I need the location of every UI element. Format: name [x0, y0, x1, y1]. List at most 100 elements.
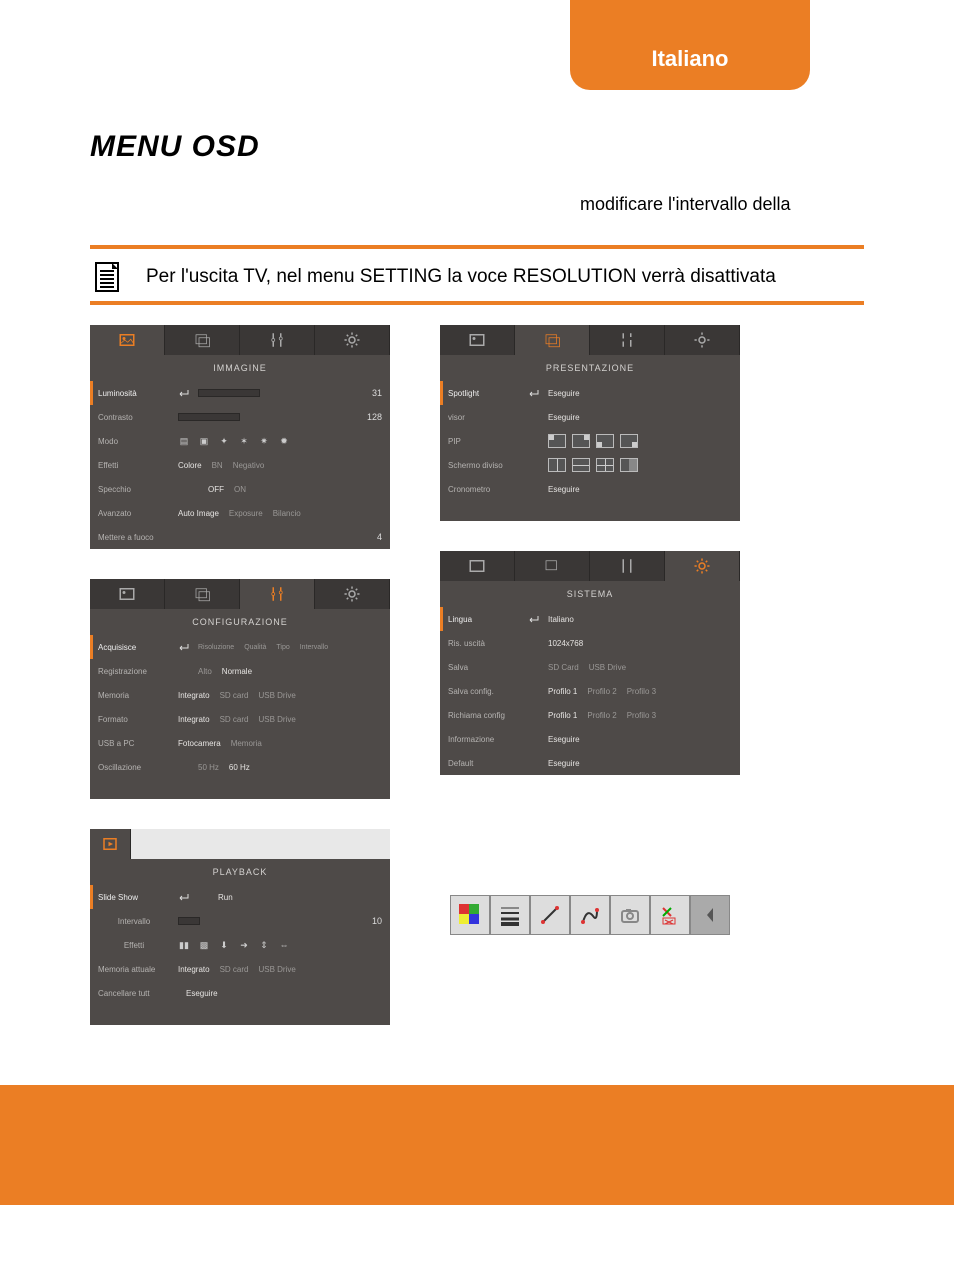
tool-collapse[interactable]	[690, 895, 730, 935]
row-split[interactable]: Schermo diviso	[440, 453, 740, 477]
opt[interactable]: Profilo 1	[548, 711, 577, 720]
fx-slide-down-icon[interactable]: ⬇	[218, 939, 230, 951]
row-timer[interactable]: Cronometro Eseguire	[440, 477, 740, 501]
row-mode[interactable]: Modo ▤ ▣ ✦ ✶ ✷ ✹	[90, 429, 390, 453]
opt[interactable]: 1024x768	[548, 639, 583, 648]
opt[interactable]: ON	[234, 485, 246, 494]
tab-settings[interactable]	[590, 325, 665, 355]
opt[interactable]: BN	[212, 461, 223, 470]
mode-infinity-icon[interactable]: ✹	[278, 435, 290, 447]
opt[interactable]: Auto Image	[178, 509, 219, 518]
opt[interactable]: Intervallo	[300, 644, 328, 651]
opt[interactable]: USB Drive	[258, 691, 295, 700]
tool-free-draw[interactable]	[570, 895, 610, 935]
opt[interactable]: Memoria	[231, 739, 262, 748]
row-visor[interactable]: visor Eseguire	[440, 405, 740, 429]
tab-presentation[interactable]	[165, 579, 240, 609]
tool-capture[interactable]	[610, 895, 650, 935]
tab-system[interactable]	[315, 579, 390, 609]
row-current-memory[interactable]: Memoria attuale IntegratoSD cardUSB Driv…	[90, 957, 390, 981]
opt[interactable]: SD card	[220, 691, 249, 700]
tab-system[interactable]	[665, 325, 740, 355]
opt[interactable]: SD Card	[548, 663, 579, 672]
fx-split-h-icon[interactable]: ⇔	[278, 939, 290, 951]
tab-presentation[interactable]	[165, 325, 240, 355]
mode-micro-icon[interactable]: ✶	[238, 435, 250, 447]
opt[interactable]: Profilo 2	[587, 687, 616, 696]
opt[interactable]: SD card	[220, 715, 249, 724]
tool-color-picker[interactable]	[450, 895, 490, 935]
tab-settings[interactable]	[240, 579, 315, 609]
opt[interactable]: Fotocamera	[178, 739, 221, 748]
opt[interactable]: Bilancio	[273, 509, 301, 518]
row-save-config[interactable]: Salva config. Profilo 1Profilo 2Profilo …	[440, 679, 740, 703]
opt[interactable]: Tipo	[276, 644, 289, 651]
pip-tl-icon[interactable]	[548, 434, 566, 448]
tab-system[interactable]	[315, 325, 390, 355]
opt[interactable]: OFF	[208, 485, 224, 494]
opt[interactable]: Run	[218, 893, 233, 902]
row-pip[interactable]: PIP	[440, 429, 740, 453]
mode-text-icon[interactable]: ▤	[178, 435, 190, 447]
opt[interactable]: USB Drive	[258, 715, 295, 724]
row-delete-all[interactable]: Cancellare tutt Eseguire	[90, 981, 390, 1005]
row-contrast[interactable]: Contrasto 128	[90, 405, 390, 429]
row-output-res[interactable]: Ris. uscità 1024x768	[440, 631, 740, 655]
fx-bars-icon[interactable]: ▮▮	[178, 939, 190, 951]
row-format[interactable]: Formato IntegratoSD cardUSB Drive	[90, 707, 390, 731]
tab-presentation[interactable]	[515, 325, 590, 355]
row-default[interactable]: Default Eseguire	[440, 751, 740, 775]
tab-presentation[interactable]	[515, 551, 590, 581]
opt[interactable]: Colore	[178, 461, 202, 470]
opt[interactable]: Eseguire	[548, 735, 580, 744]
row-usb[interactable]: USB a PC FotocameraMemoria	[90, 731, 390, 755]
opt[interactable]: Normale	[222, 667, 252, 676]
mode-macro-icon[interactable]: ✷	[258, 435, 270, 447]
opt[interactable]: Profilo 2	[587, 711, 616, 720]
opt[interactable]: Eseguire	[548, 413, 580, 422]
tool-erase[interactable]	[650, 895, 690, 935]
opt[interactable]: Profilo 3	[627, 711, 656, 720]
row-information[interactable]: Informazione Eseguire	[440, 727, 740, 751]
slider[interactable]	[178, 917, 200, 925]
opt[interactable]: 60 Hz	[229, 763, 250, 772]
opt[interactable]: Eseguire	[548, 485, 580, 494]
tab-image[interactable]	[90, 325, 165, 355]
pip-tr-icon[interactable]	[572, 434, 590, 448]
row-brightness[interactable]: Luminosità 31	[90, 381, 390, 405]
opt[interactable]: Profilo 3	[627, 687, 656, 696]
opt[interactable]: Eseguire	[548, 389, 580, 398]
opt[interactable]: Risoluzione	[198, 644, 234, 651]
fx-split-v-icon[interactable]: ⇕	[258, 939, 270, 951]
row-effects[interactable]: Effetti ▮▮ ▩ ⬇ ➜ ⇕ ⇔	[90, 933, 390, 957]
row-save[interactable]: Salva SD CardUSB Drive	[440, 655, 740, 679]
row-interval[interactable]: Intervallo 10	[90, 909, 390, 933]
tool-straight-line[interactable]	[530, 895, 570, 935]
split-quad-icon[interactable]	[596, 458, 614, 472]
split-half-icon[interactable]	[620, 458, 638, 472]
row-focus[interactable]: Mettere a fuoco 4	[90, 525, 390, 549]
tab-settings[interactable]	[590, 551, 665, 581]
tab-image[interactable]	[90, 579, 165, 609]
row-capture[interactable]: Acquisisce RisoluzioneQualitàTipoInterva…	[90, 635, 390, 659]
fx-slide-right-icon[interactable]: ➜	[238, 939, 250, 951]
opt[interactable]: Exposure	[229, 509, 263, 518]
opt[interactable]: Profilo 1	[548, 687, 577, 696]
row-flicker[interactable]: Oscillazione 50 Hz60 Hz	[90, 755, 390, 779]
opt[interactable]: SD card	[220, 965, 249, 974]
tab-image[interactable]	[440, 325, 515, 355]
mode-motion-icon[interactable]: ✦	[218, 435, 230, 447]
mode-photo-icon[interactable]: ▣	[198, 435, 210, 447]
pip-br-icon[interactable]	[620, 434, 638, 448]
row-mirror[interactable]: Specchio OFFON	[90, 477, 390, 501]
opt[interactable]: Qualità	[244, 644, 266, 651]
tab-playback[interactable]	[90, 829, 131, 859]
slider[interactable]	[178, 413, 240, 421]
opt[interactable]: Integrato	[178, 965, 210, 974]
tab-image[interactable]	[440, 551, 515, 581]
row-recording[interactable]: Registrazione AltoNormale	[90, 659, 390, 683]
row-effects[interactable]: Effetti ColoreBNNegativo	[90, 453, 390, 477]
opt[interactable]: 50 Hz	[198, 763, 219, 772]
slider[interactable]	[198, 389, 260, 397]
pip-bl-icon[interactable]	[596, 434, 614, 448]
